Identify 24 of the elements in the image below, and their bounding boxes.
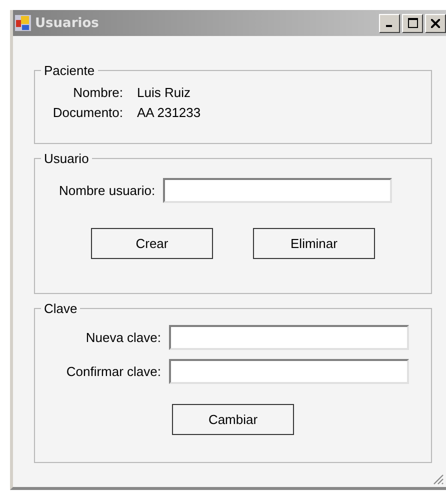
group-title: Clave: [43, 301, 78, 316]
action-button[interactable]: Eliminar: [253, 228, 375, 259]
window-title: Usuarios: [35, 16, 100, 30]
application-icon: [15, 15, 31, 31]
password-field[interactable]: [169, 359, 409, 384]
group-title: Usuario: [43, 151, 90, 166]
field-label: Nombre usuario:: [59, 183, 156, 198]
password-field[interactable]: [169, 325, 409, 350]
resize-grip-icon[interactable]: [432, 473, 444, 485]
change-button[interactable]: Cambiar: [172, 404, 294, 435]
field-label: Nombre:: [72, 84, 123, 100]
maximize-icon: [408, 18, 418, 28]
close-icon: [431, 18, 440, 28]
field-value: AA 231233: [137, 104, 201, 120]
field-label: Documento:: [52, 104, 123, 120]
username-field[interactable]: [163, 178, 392, 203]
group-title: Paciente: [43, 63, 96, 78]
field-label: Nueva clave:: [84, 330, 161, 345]
field-label: Confirmar clave:: [65, 364, 161, 379]
field-value: Luis Ruiz: [137, 84, 190, 100]
minimize-button[interactable]: [379, 14, 400, 32]
close-button[interactable]: [425, 14, 446, 32]
action-button[interactable]: Crear: [91, 228, 213, 259]
maximize-button[interactable]: [402, 14, 423, 32]
